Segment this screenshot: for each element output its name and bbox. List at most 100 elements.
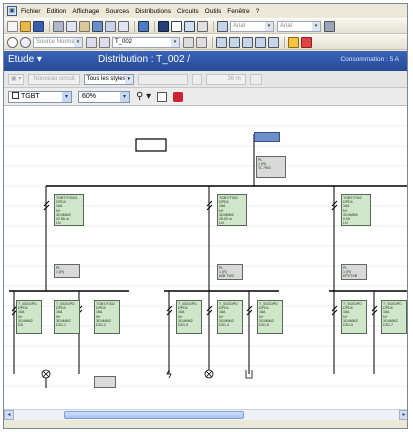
component-box[interactable]: PL 1 (R) xyxy=(54,264,80,278)
grid-lines xyxy=(4,125,407,387)
chevron-down-icon[interactable]: ▾ xyxy=(171,37,179,47)
grid-icon[interactable] xyxy=(158,20,169,32)
component-box[interactable]: T_002/DPD DPD4 16A N+ 3G4MM2 DS1.5 xyxy=(257,300,283,334)
component-box[interactable]: PL 1 (R) EPX7VB xyxy=(341,264,367,280)
menu-affichage[interactable]: Affichage xyxy=(72,8,99,15)
component-box[interactable]: TGBT/T002 DPD4 16A N+ 3G4MM2 0.00 LN xyxy=(341,194,371,226)
distribution-edit-icon[interactable] xyxy=(99,36,110,48)
chevron-down-icon[interactable]: ▾ xyxy=(124,74,133,84)
menu-distributions[interactable]: Distributions xyxy=(135,8,171,15)
undo-icon[interactable] xyxy=(138,20,149,32)
calc-all-icon[interactable] xyxy=(229,36,240,48)
horizontal-scrollbar[interactable]: ◂ ▸ xyxy=(4,409,407,420)
node-combo[interactable]: TGBT ▾ xyxy=(8,90,72,103)
report-icon[interactable] xyxy=(255,36,266,48)
chevron-down-icon[interactable]: ▾ xyxy=(265,21,273,31)
length-field[interactable]: 36 m xyxy=(205,73,246,85)
circuit-icon[interactable] xyxy=(183,36,194,48)
open-folder-icon[interactable] xyxy=(20,20,31,32)
distribution-icon[interactable] xyxy=(86,36,97,48)
preview-icon[interactable] xyxy=(105,20,116,32)
find-icon[interactable] xyxy=(118,20,129,32)
scroll-right-icon[interactable]: ▸ xyxy=(399,410,407,420)
component-box[interactable] xyxy=(94,376,116,388)
check-icon[interactable] xyxy=(242,36,253,48)
menu-fichier[interactable]: Fichier xyxy=(21,8,41,15)
scroll-left-icon[interactable]: ◂ xyxy=(4,410,14,420)
etude-menu[interactable]: Etude ▾ xyxy=(8,54,42,65)
font-combo[interactable]: Arial ▾ xyxy=(230,20,274,32)
menu-edition[interactable]: Edition xyxy=(47,8,67,15)
export-icon[interactable] xyxy=(268,36,279,48)
menu-help[interactable]: ? xyxy=(256,8,260,15)
menu-sources[interactable]: Sources xyxy=(105,8,129,15)
alert-icon[interactable] xyxy=(301,36,312,48)
size-combo[interactable]: Arial ▾ xyxy=(277,20,321,32)
selected-block[interactable] xyxy=(135,138,167,152)
component-box[interactable]: T_002/DPD DPD4 16A N+ 3G4MM2 DS1.4 xyxy=(217,300,243,334)
component-box[interactable]: T_002/DPD DPD4 16A N+ 3G4MM2 DS xyxy=(16,300,42,334)
source-zoom-icon[interactable] xyxy=(20,36,31,48)
component-box[interactable]: T_002/DPD DPD4 16A N+ 3G4MM2 DS1.3 xyxy=(176,300,202,334)
styles-combo[interactable]: Tous les styles ▾ xyxy=(83,73,134,85)
layout-icon[interactable] xyxy=(184,20,195,32)
component-box[interactable]: PL 1 (R) 80B 7W3 xyxy=(217,264,243,280)
scroll-thumb[interactable] xyxy=(64,411,244,419)
component-box[interactable]: T_002/DPD DPD4 16A N+ 3G4MM2 DS1.6 xyxy=(341,300,367,334)
menu-outils[interactable]: Outils xyxy=(205,8,222,15)
color-icon[interactable] xyxy=(324,20,335,32)
load-symbols xyxy=(41,369,253,379)
schema-canvas[interactable]: PL 1 (R) TL 7W3 TGBT/T002/1 DPD4 16A N+ … xyxy=(4,106,407,409)
chevron-down-icon[interactable]: ▾ xyxy=(312,21,320,31)
distribution-combo[interactable]: T_002 ▾ xyxy=(112,36,180,48)
toolbar-separator xyxy=(49,20,50,32)
save-icon[interactable] xyxy=(33,20,44,32)
calc-icon[interactable] xyxy=(216,36,227,48)
secondary-toolbar: Source Normale ▾ T_002 ▾ xyxy=(4,34,407,50)
zoom-combo-value: 60% xyxy=(82,92,97,100)
title-band: Etude ▾ Distribution : T_002 / Consommat… xyxy=(4,51,407,71)
lightning-icon[interactable] xyxy=(288,36,299,48)
chart-icon[interactable] xyxy=(217,20,228,32)
circuit-edit-icon[interactable] xyxy=(196,36,207,48)
tool-icon[interactable] xyxy=(197,20,208,32)
chevron-down-icon[interactable]: ▾ xyxy=(74,37,82,47)
chevron-down-icon[interactable]: ▾ xyxy=(120,91,129,102)
status-bar xyxy=(4,420,407,428)
toolbar-separator xyxy=(212,36,213,48)
source-combo[interactable]: Source Normale ▾ xyxy=(33,36,83,48)
circuit-type-button[interactable]: ▣ ▾ xyxy=(8,73,25,85)
table-icon[interactable] xyxy=(171,20,182,32)
circuit-bar: ▣ ▾ Nouveau circuit Tous les styles ▾ 36 … xyxy=(4,71,407,88)
feed-lines xyxy=(13,134,375,388)
component-box[interactable]: T_002/DPD DPD4 16A N+ 3G4MM2 DS1.1 xyxy=(54,300,80,334)
paste-icon[interactable] xyxy=(79,20,90,32)
zoom-combo[interactable]: 60% ▾ xyxy=(78,90,130,103)
toolbar-separator xyxy=(284,36,285,48)
new-file-icon[interactable] xyxy=(7,20,18,32)
component-box[interactable]: PL 1 (R) TL 7W3 xyxy=(256,156,286,178)
size-combo-value: Arial xyxy=(280,22,293,29)
toolbar-separator xyxy=(134,20,135,32)
component-box[interactable]: TGBT/T002/1 DPD4 16A N+ 3G4MM2 22.56 m L… xyxy=(54,194,84,226)
disabled-field xyxy=(137,73,188,85)
distribution-title: Distribution : T_002 / xyxy=(98,54,191,65)
print-icon[interactable] xyxy=(92,20,103,32)
component-box[interactable]: TGBT/T002 DPD4 16A N+ 3G4MM2 25.00 m LN xyxy=(217,194,247,226)
menu-circuits[interactable]: Circuits xyxy=(177,8,199,15)
search-icon[interactable]: ⚲ ▾ xyxy=(136,91,151,102)
menu-fenetre[interactable]: Fenêtre xyxy=(227,8,249,15)
component-box[interactable]: TGBT/T002 DPD4 16A N+ 3G4MM2 DS1.2 xyxy=(94,300,120,334)
main-toolbar: Arial ▾ Arial ▾ xyxy=(4,18,407,34)
tools-icon[interactable] xyxy=(173,91,184,102)
component-box[interactable] xyxy=(254,132,280,142)
source-icon[interactable] xyxy=(7,36,18,48)
chevron-down-icon[interactable]: ▾ xyxy=(62,91,71,102)
styles-combo-value: Tous les styles xyxy=(86,75,126,82)
copy-icon[interactable] xyxy=(66,20,77,32)
component-box[interactable]: T_002/DPD DPD4 16A N+ 3G4MM2 DS1.7 xyxy=(381,300,407,334)
cut-icon[interactable] xyxy=(53,20,64,32)
toolbar-separator xyxy=(213,20,214,32)
refresh-icon[interactable] xyxy=(157,91,168,102)
nouveau-circuit-button[interactable]: Nouveau circuit xyxy=(28,73,80,85)
